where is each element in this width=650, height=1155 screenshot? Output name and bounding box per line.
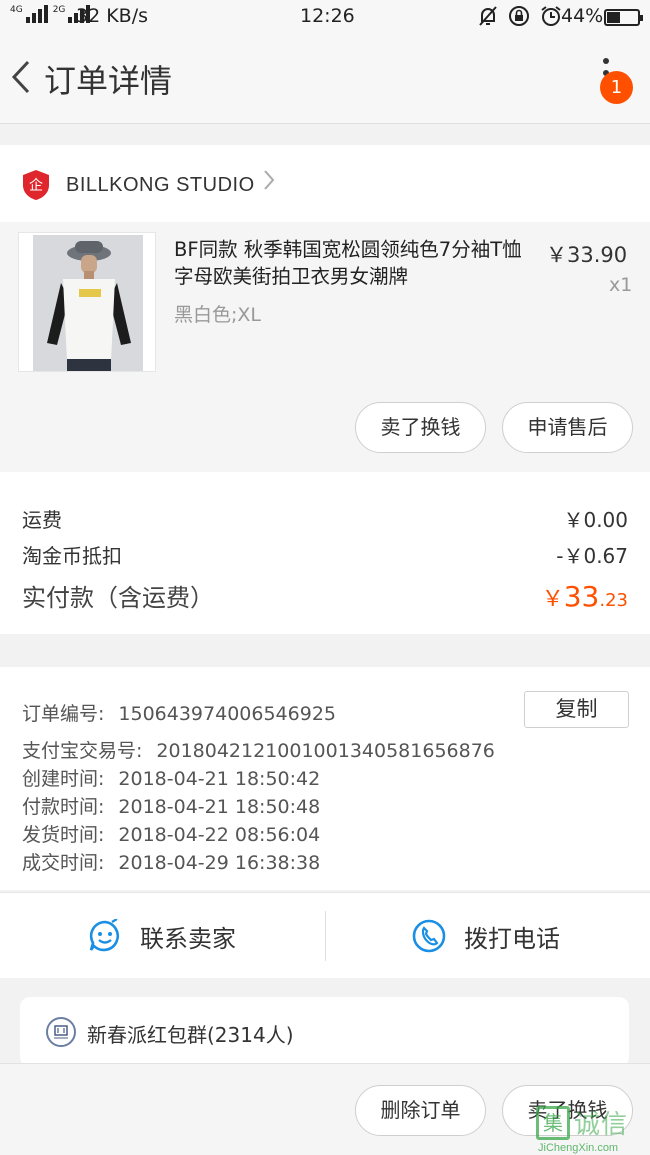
product-price: ￥33.90 [546, 243, 628, 267]
notification-badge: 1 [600, 71, 633, 104]
product-image[interactable] [18, 232, 156, 372]
shop-header[interactable]: 企 BILLKONG STUDIO [0, 145, 650, 223]
total-row: 实付款（含运费） ￥33.23 [22, 578, 628, 613]
shop-name: BILLKONG STUDIO [66, 174, 255, 196]
shipping-label: 运费 [22, 508, 62, 532]
completed-row: 成交时间: 2018-04-29 16:38:38 [22, 848, 320, 875]
product-title[interactable]: BF同款 秋季韩国宽松圆领纯色7分袖T恤字母欧美街拍卫衣男女潮牌 [174, 236, 536, 290]
shipping-row: 运费 ￥0.00 [22, 504, 628, 533]
alipay-row: 支付宝交易号: 2018042121001001340581656876 [22, 736, 495, 763]
network-speed: 32 KB/s [76, 5, 149, 27]
battery-icon [604, 9, 643, 26]
order-number-row: 订单编号: 150643974006546925 [22, 699, 336, 726]
order-info: 订单编号: 150643974006546925 复制 支付宝交易号: 201804… [0, 667, 650, 890]
call-label: 拨打电话 [464, 924, 560, 953]
network-type: 4G [10, 5, 23, 15]
created-row: 创建时间: 2018-04-21 18:50:42 [22, 764, 320, 791]
phone-icon [412, 919, 446, 953]
product-sku: 黑白色;XL [174, 304, 262, 326]
alipay-number: 2018042121001001340581656876 [156, 740, 495, 762]
clock: 12:26 [300, 5, 355, 27]
watermark: 集 诚信 JiChengXin.com [532, 1100, 650, 1155]
fee-summary: 运费 ￥0.00 淘金币抵扣 -￥0.67 实付款（含运费） ￥33.23 [0, 472, 650, 634]
total-decimal: .23 [599, 590, 628, 611]
coin-deduction-row: 淘金币抵扣 -￥0.67 [22, 540, 628, 569]
paid-label: 付款时间: [22, 796, 105, 818]
paid-row: 付款时间: 2018-04-21 18:50:48 [22, 792, 320, 819]
battery-percentage: 44% [561, 5, 604, 27]
watermark-url: JiChengXin.com [538, 1142, 619, 1154]
contact-seller-button[interactable]: 联系卖家 [88, 893, 236, 979]
total-currency: ￥ [541, 587, 564, 612]
status-bar: 4G 2G 32 KB/s 12:26 44% [0, 0, 650, 34]
delete-order-button[interactable]: 删除订单 [355, 1085, 486, 1136]
silent-icon [479, 6, 497, 26]
created-time: 2018-04-21 18:50:42 [118, 768, 321, 790]
shipping-value: ￥0.00 [563, 508, 628, 532]
order-number-label: 订单编号: [22, 703, 105, 725]
total-label: 实付款（含运费） [22, 584, 214, 612]
rotation-lock-icon [509, 6, 529, 26]
shipped-row: 发货时间: 2018-04-22 08:56:04 [22, 820, 320, 847]
svg-text:企: 企 [29, 177, 43, 194]
call-button[interactable]: 拨打电话 [412, 893, 560, 979]
order-item[interactable]: BF同款 秋季韩国宽松圆领纯色7分袖T恤字母欧美街拍卫衣男女潮牌 ￥33.90 … [0, 222, 650, 472]
chevron-right-icon [262, 167, 276, 199]
nav-bar: 订单详情 1 [0, 34, 650, 124]
product-quantity: x1 [609, 274, 633, 296]
group-name: 新春派红包群(2314人) [87, 1023, 294, 1047]
shipped-time: 2018-04-22 08:56:04 [118, 824, 321, 846]
network-type-2: 2G [52, 5, 66, 15]
paid-time: 2018-04-21 18:50:48 [118, 796, 321, 818]
sell-for-cash-button[interactable]: 卖了换钱 [355, 402, 486, 453]
coin-deduction-label: 淘金币抵扣 [22, 544, 122, 568]
coin-deduction-value: -￥0.67 [556, 544, 628, 568]
watermark-logo: 集 [536, 1106, 570, 1140]
total-value: ￥33.23 [542, 580, 628, 613]
order-number: 150643974006546925 [118, 703, 336, 725]
watermark-text: 诚信 [574, 1110, 629, 1140]
contact-seller-label: 联系卖家 [140, 924, 236, 953]
completed-time: 2018-04-29 16:38:38 [118, 852, 321, 874]
group-logo-icon [46, 1017, 76, 1047]
completed-label: 成交时间: [22, 852, 105, 874]
copy-button[interactable]: 复制 [524, 691, 629, 728]
contact-bar: 联系卖家 拨打电话 [0, 892, 650, 978]
page-title: 订单详情 [44, 62, 173, 100]
alarm-icon [541, 6, 561, 26]
back-arrow-icon[interactable] [6, 52, 46, 102]
divider [325, 911, 326, 961]
alipay-label: 支付宝交易号: [22, 740, 143, 762]
created-label: 创建时间: [22, 768, 105, 790]
chat-icon [89, 919, 120, 952]
shipped-label: 发货时间: [22, 824, 105, 846]
shop-logo-icon: 企 [23, 170, 49, 200]
total-integer: 33 [563, 580, 600, 613]
status-icons [478, 5, 562, 27]
red-packet-group[interactable]: 新春派红包群(2314人) [20, 997, 629, 1067]
after-sale-button[interactable]: 申请售后 [502, 402, 633, 453]
